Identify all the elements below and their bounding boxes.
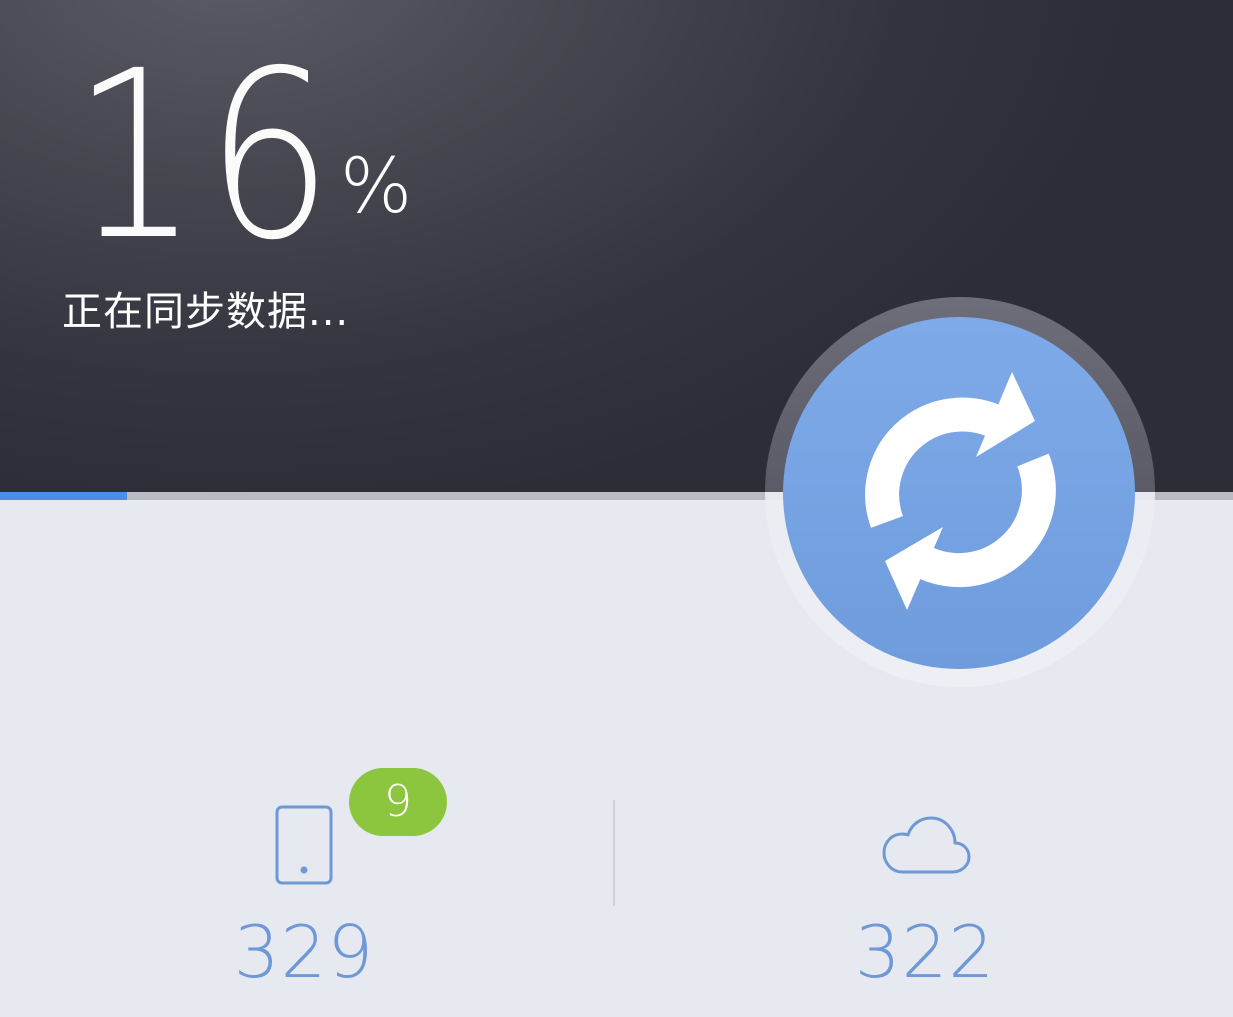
- sync-arrows-icon: [865, 372, 1056, 610]
- progress-bar-fill: [0, 492, 127, 500]
- sync-status-text: 正在同步数据...: [62, 289, 350, 335]
- local-count: 329: [233, 910, 375, 994]
- stats-divider: [613, 800, 615, 906]
- percent-sign: %: [340, 141, 413, 230]
- sync-stats: 9 329 322: [0, 740, 1233, 1017]
- cloud-icon: [882, 816, 971, 874]
- local-changes-badge: 9: [349, 768, 447, 836]
- phone-icon: [275, 805, 333, 885]
- cloud-count: 322: [854, 910, 996, 994]
- sync-button[interactable]: [783, 317, 1135, 669]
- percent-value: 16: [72, 21, 340, 291]
- sync-screen: 16 % 正在同步数据... 9 329 322: [0, 0, 1233, 1017]
